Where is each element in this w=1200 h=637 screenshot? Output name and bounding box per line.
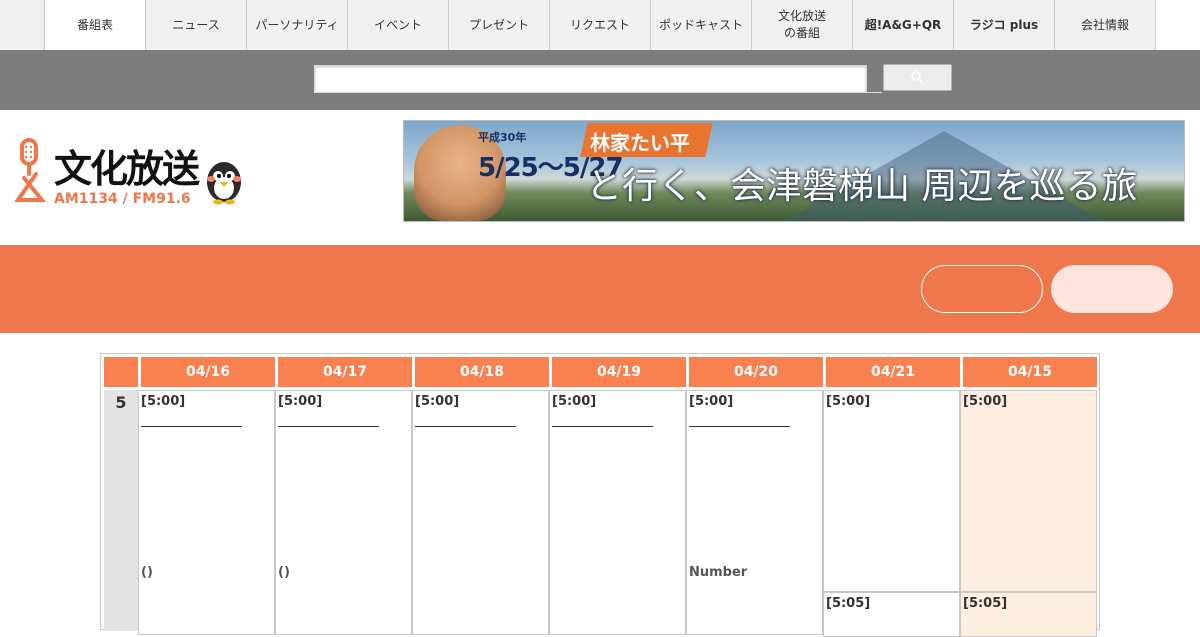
nav-item-personality[interactable]: パーソナリティ xyxy=(246,0,347,50)
day-header[interactable]: 04/18 xyxy=(415,357,549,387)
program-slot[interactable]: [5:00] Number xyxy=(686,390,823,635)
day-header[interactable]: 04/16 xyxy=(141,357,275,387)
slot-note: () xyxy=(141,565,153,580)
nav-item-news[interactable]: ニュース xyxy=(145,0,246,50)
nav-item-present[interactable]: プレゼント xyxy=(448,0,549,50)
slot-title-line xyxy=(689,426,790,427)
slot-note: () xyxy=(278,565,290,580)
program-slot[interactable]: [5:00] xyxy=(823,390,960,592)
microphone-icon xyxy=(14,138,47,202)
band-pill-button-1[interactable] xyxy=(921,265,1043,313)
search-input[interactable] xyxy=(314,65,867,93)
banner-headline: と行く、会津磐梯山 周辺を巡る旅 xyxy=(586,166,1138,207)
slot-title-line xyxy=(278,426,379,427)
slot-title-line xyxy=(415,426,516,427)
promo-banner[interactable]: 平成30年 5/25〜5/27 林家たい平 と行く、会津磐梯山 周辺を巡る旅 xyxy=(403,120,1185,222)
site-logo[interactable]: 文化放送 AM1134 / FM91.6 xyxy=(14,138,244,207)
nav-item-event[interactable]: イベント xyxy=(347,0,448,50)
mascot-icon xyxy=(207,162,241,205)
nav-item-company[interactable]: 会社情報 xyxy=(1054,0,1155,50)
slot-time: [5:00] xyxy=(826,394,871,409)
nav-end-spacer xyxy=(1155,0,1200,50)
slot-time: [5:00] xyxy=(415,394,460,409)
slot-time: [5:00] xyxy=(689,394,734,409)
slot-time: [5:00] xyxy=(552,394,597,409)
program-slot[interactable]: [5:00] xyxy=(412,390,549,635)
search-divider xyxy=(866,65,882,93)
program-slot[interactable]: [5:00] xyxy=(549,390,686,635)
slot-time: [5:00] xyxy=(141,394,186,409)
timetable-corner xyxy=(104,357,138,387)
day-header[interactable]: 04/19 xyxy=(552,357,686,387)
nav-item-podcast[interactable]: ポッドキャスト xyxy=(650,0,751,50)
slot-time: [5:05] xyxy=(963,596,1008,611)
nav-item-radiko-plus[interactable]: ラジコ plus xyxy=(953,0,1054,50)
banner-personality: 林家たい平 xyxy=(590,131,690,155)
logo-frequency: AM1134 / FM91.6 xyxy=(54,191,191,206)
search-icon xyxy=(911,71,924,84)
slot-title-line xyxy=(141,426,242,427)
slot-time: [5:00] xyxy=(963,394,1008,409)
hour-label: 5 xyxy=(104,390,138,631)
program-slot-today[interactable]: [5:05] xyxy=(960,592,1097,637)
slot-time: [5:00] xyxy=(278,394,323,409)
nav-item-timetable[interactable]: 番組表 xyxy=(44,0,145,50)
program-slot[interactable]: [5:00] () xyxy=(275,390,412,635)
search-bar xyxy=(0,50,1200,110)
logo-name: 文化放送 xyxy=(54,147,200,191)
nav-item-request[interactable]: リクエスト xyxy=(549,0,650,50)
program-slot[interactable]: [5:05] xyxy=(823,592,960,637)
slot-time: [5:05] xyxy=(826,596,871,611)
day-header[interactable]: 04/21 xyxy=(826,357,960,387)
day-header[interactable]: 04/20 xyxy=(689,357,823,387)
day-header[interactable]: 04/17 xyxy=(278,357,412,387)
nav-item-programs[interactable]: 文化放送 の番組 xyxy=(751,0,852,50)
slot-note: Number xyxy=(689,565,748,580)
slot-title-line xyxy=(552,426,653,427)
program-slot[interactable]: [5:00] () xyxy=(138,390,275,635)
day-header[interactable]: 04/15 xyxy=(963,357,1097,387)
nav-item-ag-qr[interactable]: 超!A&G+QR xyxy=(852,0,953,50)
program-slot-today[interactable]: [5:00] xyxy=(960,390,1097,592)
timetable: 04/16 04/17 04/18 04/19 04/20 04/21 04/1… xyxy=(100,353,1100,637)
band-pill-button-2[interactable] xyxy=(1051,265,1173,313)
top-nav: 番組表 ニュース パーソナリティ イベント プレゼント リクエスト ポッドキャス… xyxy=(0,0,1200,50)
search-button[interactable] xyxy=(883,64,952,91)
